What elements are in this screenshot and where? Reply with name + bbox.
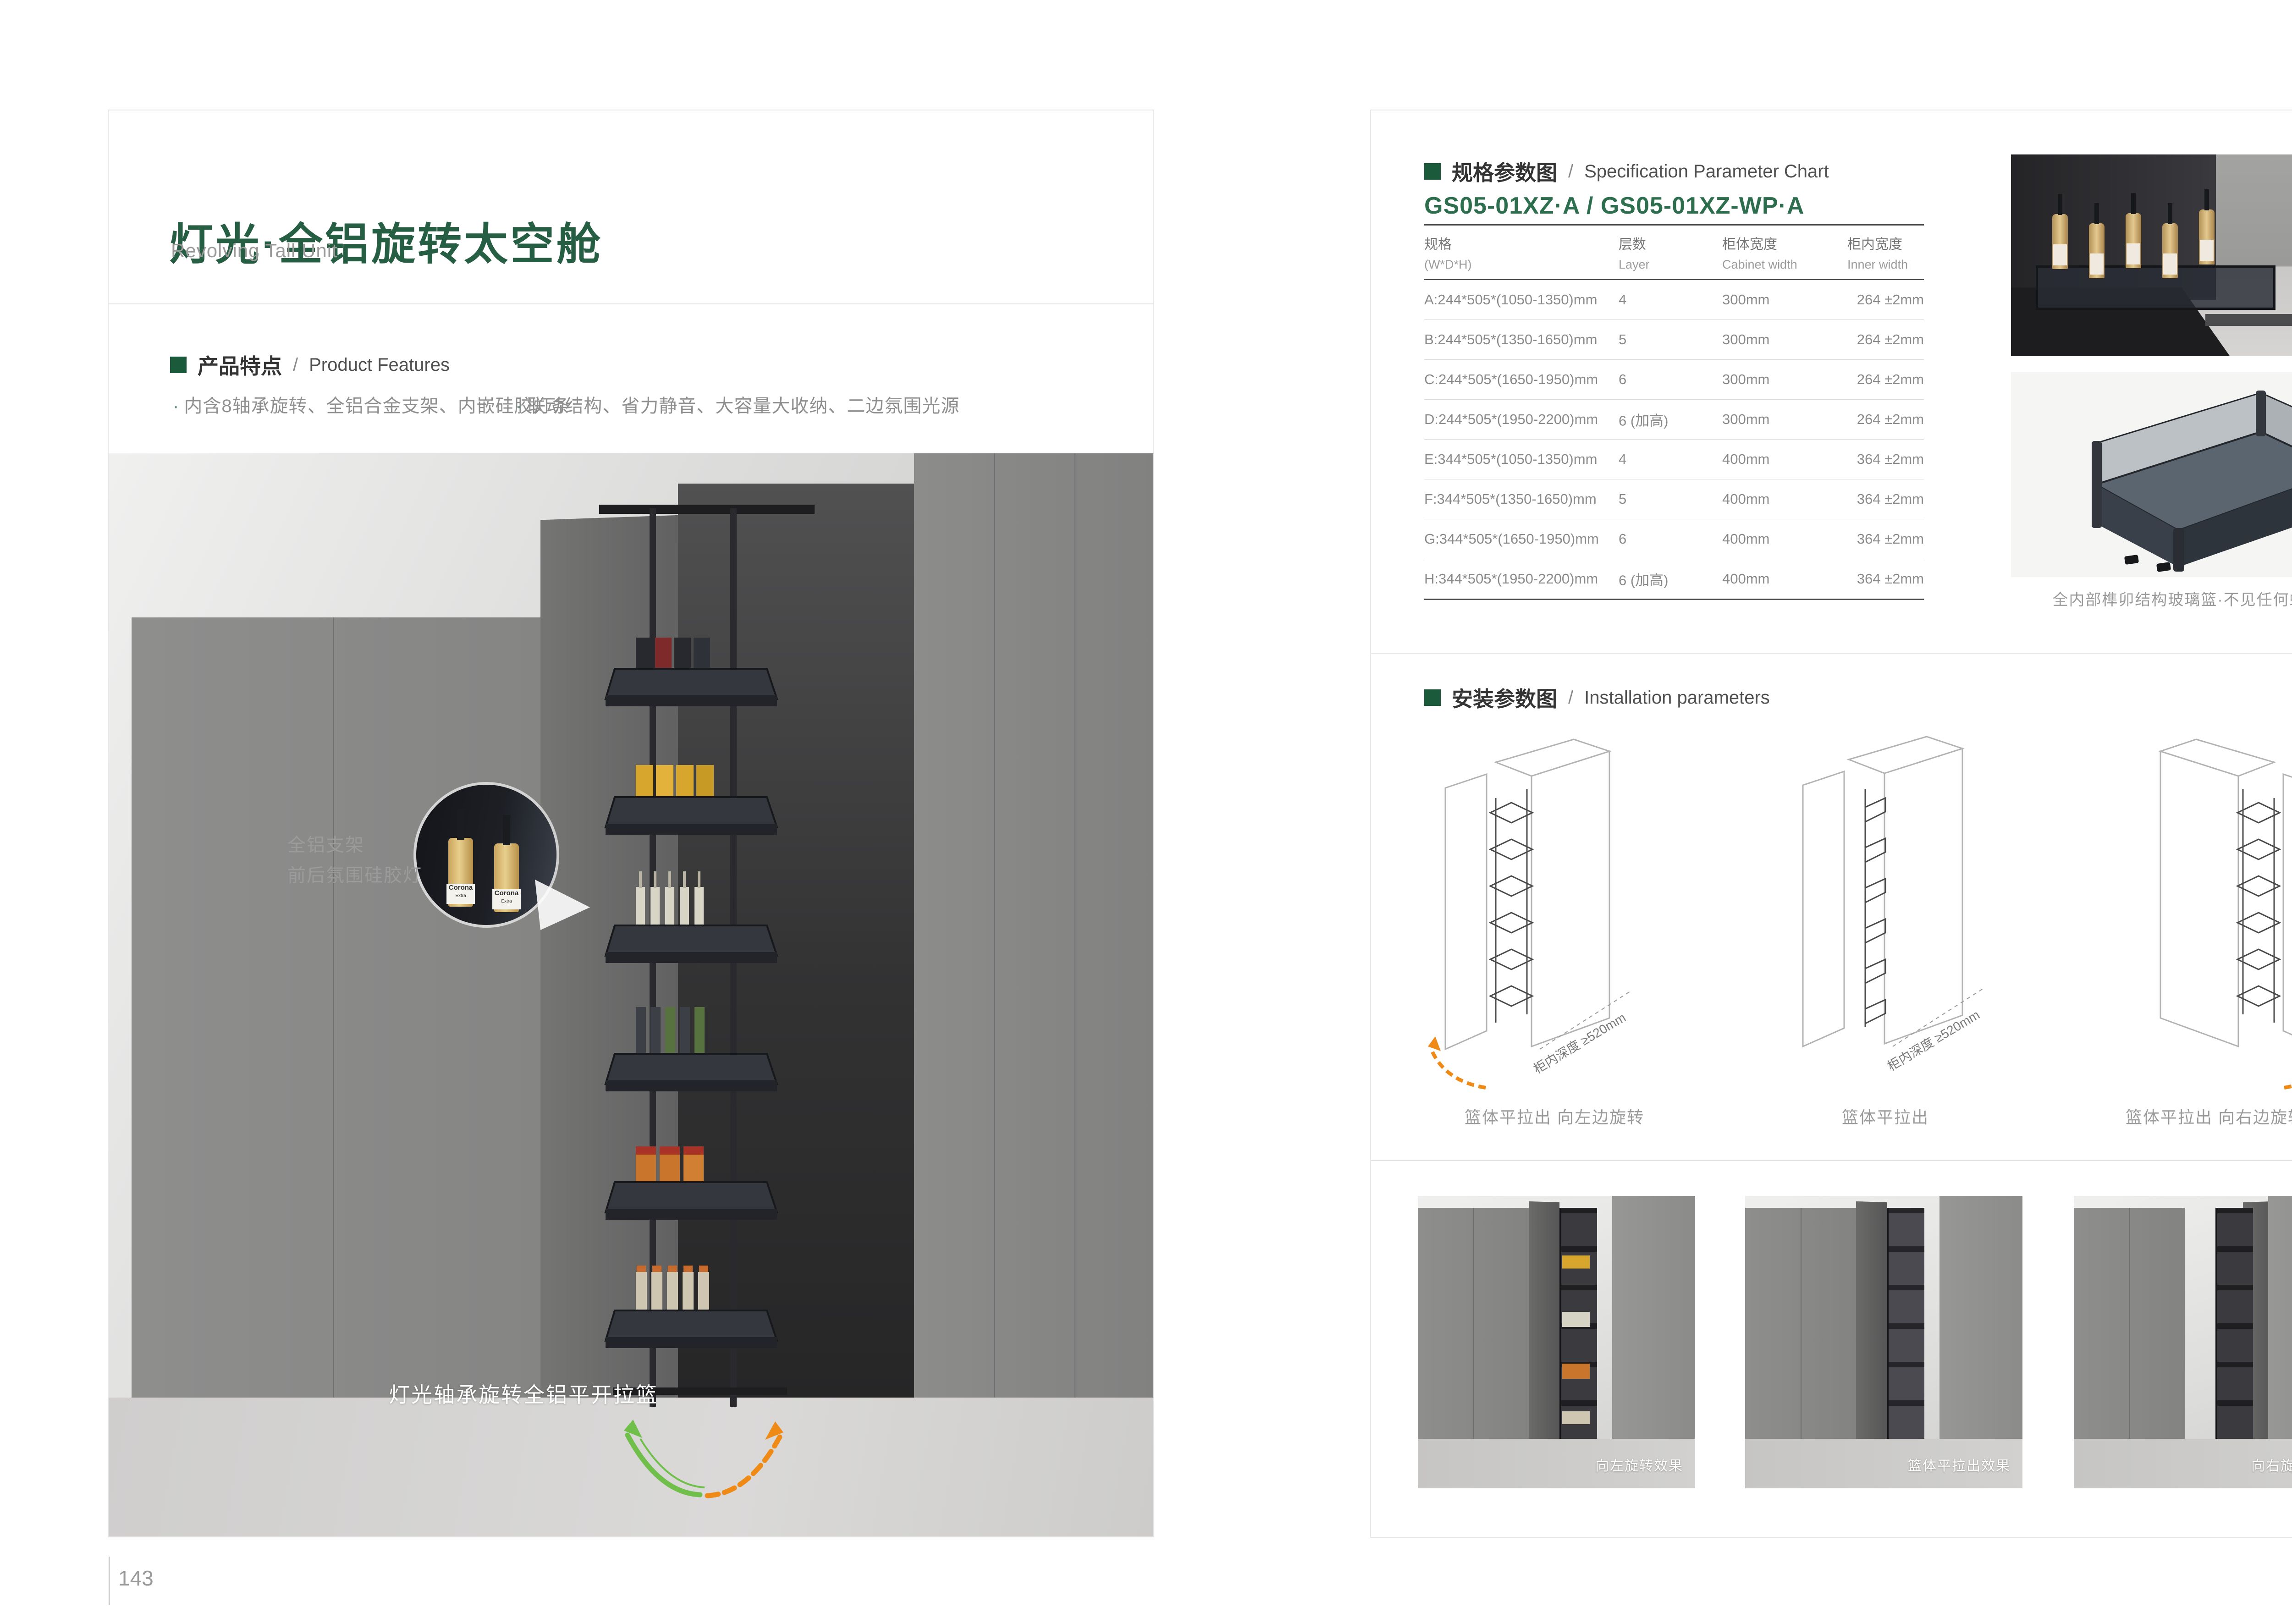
table-row: E:344*505*(1050-1350)mm4400mm364 ±2mm bbox=[1424, 440, 1924, 479]
effect-photo-rotate-left: 向左旋转效果 bbox=[1418, 1196, 1695, 1488]
rotate-left-arrow-icon bbox=[1432, 1050, 1486, 1088]
product-features-heading: 产品特点 / Product Features bbox=[170, 350, 450, 380]
table-row: C:244*505*(1650-1950)mm6300mm264 ±2mm bbox=[1424, 360, 1924, 400]
feature-item: ·联动结构、省力静音、大容量大收纳、二边氛围光源 bbox=[516, 391, 959, 418]
features-heading-en: Product Features bbox=[309, 355, 450, 375]
table-row: B:244*505*(1350-1650)mm5300mm264 ±2mm bbox=[1424, 320, 1924, 360]
table-row: G:344*505*(1650-1950)mm6400mm364 ±2mm bbox=[1424, 519, 1924, 559]
bottle-label: Corona bbox=[449, 884, 473, 892]
spec-heading-en: Specification Parameter Chart bbox=[1584, 161, 1829, 182]
glass-basket-caption: 全内部榫卯结构玻璃篮·不见任何螺丝 bbox=[2011, 587, 2292, 610]
rotate-right-arrow-icon bbox=[2284, 1050, 2292, 1088]
feature-item: ·内含8轴承旋转、全铝合金支架、内嵌硅胶灯条 bbox=[173, 391, 571, 418]
glass-basket-photo bbox=[2011, 372, 2292, 577]
rotate-left-arrow-icon bbox=[628, 1435, 700, 1495]
title-divider bbox=[109, 303, 1153, 304]
photo-caption: 篮体平拉出效果 bbox=[1908, 1454, 2011, 1475]
installation-diagram-straight: 柜内深度 ≥520mm bbox=[1748, 734, 2023, 1096]
model-numbers: GS05-01XZ·A / GS05-01XZ-WP·A bbox=[1424, 192, 1804, 220]
feature-text: 联动结构、省力静音、大容量大收纳、二边氛围光源 bbox=[527, 396, 959, 416]
footer-tick bbox=[109, 1557, 110, 1605]
hero-product-photo: CoronaExtra CoronaExtra 全铝支架 前后氛围硅胶灯 灯光轴… bbox=[109, 453, 1153, 1536]
catalog-spread: 灯光·全铝旋转太空舱 Revolving Tall Unit 产品特点 / Pr… bbox=[0, 0, 2292, 1624]
installation-diagram-right bbox=[2078, 734, 2292, 1096]
section-divider bbox=[1371, 1160, 2292, 1161]
inset-annotation: 全铝支架 前后氛围硅胶灯 bbox=[287, 830, 422, 891]
cabinet-right-doors bbox=[914, 453, 1153, 1420]
photo-caption: 向右旋转效果 bbox=[2251, 1454, 2292, 1475]
effect-photo-pulled-out: 篮体平拉出效果 bbox=[1745, 1196, 2022, 1488]
diagram-caption: 篮体平拉出 向右边旋转 bbox=[2078, 1104, 2292, 1128]
features-heading-zh: 产品特点 bbox=[198, 350, 282, 380]
page-subtitle: Revolving Tall Unit bbox=[171, 240, 338, 262]
diagram-caption: 篮体平拉出 bbox=[1748, 1104, 2023, 1128]
section-marker-icon bbox=[1424, 689, 1441, 706]
table-row: H:344*505*(1950-2200)mm6 (加高)400mm364 ±2… bbox=[1424, 559, 1924, 600]
bullet-icon: · bbox=[516, 396, 523, 416]
installation-heading-zh: 安装参数图 bbox=[1452, 683, 1557, 713]
installation-heading: 安装参数图 / Installation parameters bbox=[1424, 683, 1770, 713]
rotate-right-arrow-icon bbox=[707, 1437, 780, 1496]
bottle-photo: CoronaExtra bbox=[448, 838, 473, 907]
rotation-arrows bbox=[585, 1398, 805, 1503]
spec-table: 规格(W*D*H) 层数Layer 柜体宽度Cabinet width 柜内宽度… bbox=[1424, 224, 1924, 600]
spec-chart-heading: 规格参数图 / Specification Parameter Chart bbox=[1424, 156, 1829, 187]
installation-heading-sep: / bbox=[1568, 688, 1573, 708]
table-row: A:244*505*(1050-1350)mm4300mm264 ±2mm bbox=[1424, 280, 1924, 320]
bullet-icon: · bbox=[173, 396, 179, 416]
features-heading-sep: / bbox=[293, 355, 298, 375]
table-row: F:344*505*(1350-1650)mm5400mm364 ±2mm bbox=[1424, 479, 1924, 519]
bottle-sublabel: Extra bbox=[446, 892, 475, 900]
inset-annotation-line2: 前后氛围硅胶灯 bbox=[287, 860, 422, 891]
bottle-photo: CoronaExtra bbox=[494, 843, 519, 912]
photo-caption: 向左旋转效果 bbox=[1595, 1454, 1683, 1475]
installation-diagram-left: 柜内深度 ≥520mm bbox=[1417, 734, 1692, 1096]
col-header-cabinet-width: 柜体宽度Cabinet width bbox=[1722, 233, 1797, 272]
installation-heading-en: Installation parameters bbox=[1584, 688, 1770, 708]
section-divider bbox=[1371, 653, 2292, 654]
section-marker-icon bbox=[1424, 163, 1441, 180]
wine-basket-photo bbox=[2011, 154, 2292, 356]
left-page: 灯光·全铝旋转太空舱 Revolving Tall Unit 产品特点 / Pr… bbox=[108, 110, 1154, 1537]
cabinet-left-doors bbox=[132, 617, 540, 1400]
bottle-sublabel: Extra bbox=[492, 897, 521, 906]
spec-heading-sep: / bbox=[1568, 161, 1573, 182]
effect-photo-rotate-right: 向右旋转效果 bbox=[2074, 1196, 2292, 1488]
spec-heading-zh: 规格参数图 bbox=[1452, 156, 1557, 187]
page-number-left: 143 bbox=[118, 1566, 154, 1591]
col-header-inner-width: 柜内宽度Inner width bbox=[1847, 233, 1908, 272]
section-marker-icon bbox=[170, 357, 187, 373]
diagram-caption: 篮体平拉出 向左边旋转 bbox=[1417, 1104, 1692, 1128]
col-header-layer: 层数Layer bbox=[1619, 233, 1650, 272]
bottle-label: Corona bbox=[495, 889, 519, 897]
feature-text: 内含8轴承旋转、全铝合金支架、内嵌硅胶灯条 bbox=[184, 396, 570, 416]
spec-table-header: 规格(W*D*H) 层数Layer 柜体宽度Cabinet width 柜内宽度… bbox=[1424, 224, 1924, 280]
inset-annotation-line1: 全铝支架 bbox=[287, 830, 422, 860]
detail-inset-circle: CoronaExtra CoronaExtra bbox=[416, 785, 556, 925]
table-row: D:244*505*(1950-2200)mm6 (加高)300mm264 ±2… bbox=[1424, 400, 1924, 440]
pullout-unit-illustration bbox=[567, 476, 824, 1439]
col-header-spec: 规格(W*D*H) bbox=[1424, 233, 1471, 272]
right-page: 规格参数图 / Specification Parameter Chart GS… bbox=[1370, 110, 2292, 1538]
